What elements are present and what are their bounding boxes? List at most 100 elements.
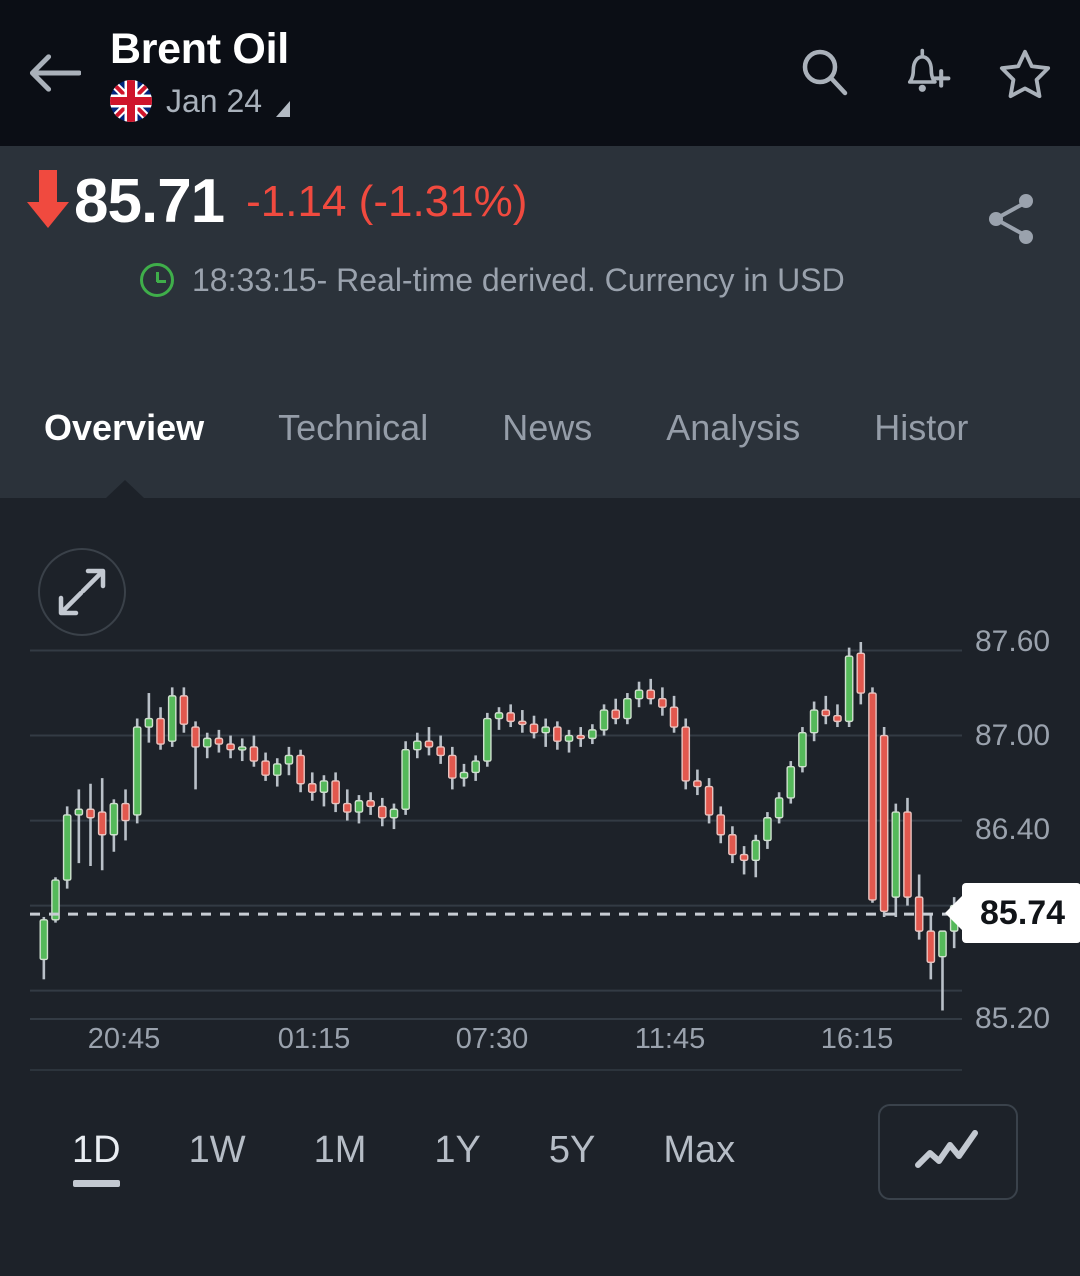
range-1d[interactable]: 1D <box>72 1127 121 1187</box>
range-1y[interactable]: 1Y <box>434 1127 480 1173</box>
candle-body <box>179 695 189 725</box>
candle-body <box>914 896 924 932</box>
candle-body <box>938 930 947 958</box>
candle-body <box>412 740 422 751</box>
back-arrow-icon <box>29 54 81 92</box>
tab-list: Overview Technical News Analysis Histor <box>0 358 1080 498</box>
candle-body <box>471 760 480 774</box>
tab-news[interactable]: News <box>502 406 592 450</box>
candle-body <box>319 780 329 793</box>
candle-body <box>424 740 434 748</box>
top-bar-actions <box>798 46 1080 100</box>
star-icon[interactable] <box>998 46 1052 100</box>
last-price-tag-value: 85.74 <box>980 894 1066 933</box>
candle-body <box>798 732 807 768</box>
candle-body <box>903 811 912 898</box>
candle-body <box>588 729 597 740</box>
candlestick-canvas <box>30 642 962 1071</box>
caret-down-icon[interactable] <box>276 101 291 117</box>
x-tick-label: 07:30 <box>455 1023 529 1055</box>
search-icon[interactable] <box>798 46 852 100</box>
candle-body <box>331 780 340 805</box>
quote-band: 85.71 -1.14 (-1.31%) 18:33:15- Real-time… <box>0 146 1080 358</box>
candle-body <box>576 734 586 740</box>
price-tag-pointer-icon <box>945 895 963 932</box>
candle-body <box>529 723 539 734</box>
bell-plus-icon[interactable] <box>898 46 952 100</box>
top-app-bar: Brent Oil Jan 24 <box>0 0 1080 146</box>
candle-body <box>109 802 119 836</box>
candle-body <box>214 737 224 745</box>
last-price: 85.71 <box>74 167 225 236</box>
range-1w[interactable]: 1W <box>189 1127 246 1173</box>
candle-body <box>377 805 387 819</box>
instrument-screen: Brent Oil Jan 24 85.71 -1.14 (-1.31%) 18… <box>0 0 1080 1276</box>
candle-body <box>739 853 749 861</box>
quote-status: 18:33:15- Real-time derived. Currency in… <box>192 262 845 298</box>
line-chart-icon <box>915 1130 978 1168</box>
tab-technical[interactable]: Technical <box>278 406 428 450</box>
candle-body <box>237 746 247 751</box>
price-chart[interactable]: 87.60 87.00 86.40 85.20 20:45 01:15 07:3… <box>0 498 1080 1096</box>
clock-icon <box>140 263 174 297</box>
candle-body <box>447 754 457 779</box>
candle-body <box>646 689 656 700</box>
back-button[interactable] <box>0 0 108 146</box>
range-max[interactable]: Max <box>663 1127 735 1173</box>
candle-body <box>669 706 679 728</box>
candle-body <box>74 808 84 816</box>
candle-body <box>809 709 819 734</box>
candle-body <box>553 726 562 742</box>
candle-body <box>623 698 632 720</box>
candle-body <box>693 780 702 788</box>
candle-body <box>284 754 294 765</box>
tab-overview[interactable]: Overview <box>44 406 204 450</box>
x-tick-label: 20:45 <box>87 1023 161 1055</box>
candle-body <box>261 760 270 776</box>
y-tick-label: 87.00 <box>975 719 1051 752</box>
share-icon <box>989 194 1033 244</box>
candle-body <box>494 712 504 720</box>
y-tick-label: 86.40 <box>975 813 1051 846</box>
x-tick-label: 01:15 <box>277 1023 351 1055</box>
active-tab-indicator-icon <box>106 480 144 498</box>
candle-body <box>751 839 761 861</box>
price-change: -1.14 (-1.31%) <box>246 177 528 226</box>
candle-body <box>342 802 352 813</box>
candle-body <box>821 709 831 717</box>
candle-body <box>272 763 282 776</box>
page-title: Brent Oil <box>110 25 289 73</box>
candle-body <box>144 717 154 728</box>
x-tick-label: 16:15 <box>820 1023 894 1055</box>
section-tabs: Overview Technical News Analysis Histor <box>0 358 1080 498</box>
timeframe-bar: 1D 1W 1M 1Y 5Y Max <box>0 1096 1080 1276</box>
candle-body <box>167 695 177 742</box>
candle-body <box>249 746 259 762</box>
candle-body <box>156 717 165 745</box>
candle-body <box>856 652 866 694</box>
candle-body <box>844 655 854 723</box>
candle-body <box>389 808 399 819</box>
range-5y[interactable]: 5Y <box>549 1127 595 1173</box>
candle-body <box>459 771 469 779</box>
contract-label: Jan 24 <box>166 83 263 119</box>
candle-body <box>483 717 492 762</box>
tab-historical[interactable]: Histor <box>874 406 968 450</box>
candle-body <box>518 720 527 726</box>
candle-body <box>541 726 551 734</box>
candle-body <box>833 715 842 723</box>
candle-body <box>634 689 644 700</box>
instrument-contract-row[interactable]: Jan 24 <box>110 80 798 122</box>
share-button[interactable] <box>980 188 1042 255</box>
price-row: 85.71 -1.14 (-1.31%) <box>0 146 1080 244</box>
candle-body <box>62 814 72 881</box>
candle-body <box>728 834 737 856</box>
chart-type-button[interactable] <box>878 1104 1018 1200</box>
quote-status-row: 18:33:15- Real-time derived. Currency in… <box>0 260 1080 300</box>
candle-body <box>354 800 364 813</box>
instrument-title-block: Brent Oil Jan 24 <box>108 24 798 122</box>
range-1m[interactable]: 1M <box>314 1127 367 1173</box>
candle-body <box>658 698 667 708</box>
chart-candles <box>39 642 959 1011</box>
tab-analysis[interactable]: Analysis <box>666 406 800 450</box>
